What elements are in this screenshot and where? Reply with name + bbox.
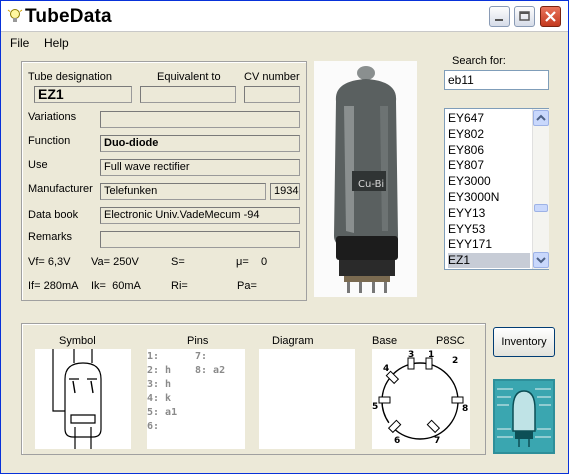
equivalent-to-field[interactable]: [140, 86, 236, 103]
minimize-button[interactable]: [489, 6, 510, 27]
symbol-label: Symbol: [59, 335, 96, 347]
base-pin-7: 7: [434, 436, 440, 446]
menu-help[interactable]: Help: [44, 36, 69, 50]
menu-file[interactable]: File: [10, 36, 29, 50]
cv-number-field[interactable]: [244, 86, 300, 103]
use-field[interactable]: Full wave rectifier: [100, 159, 300, 176]
tube-photo: Cu-Bi: [314, 61, 417, 297]
base-box: 1 3 4 5 6 7 8 2: [372, 349, 470, 449]
list-scrollbar[interactable]: [532, 109, 549, 269]
pa-value: Pa=: [237, 280, 257, 292]
if-value: If= 280mA: [28, 280, 79, 292]
list-item[interactable]: EYY171: [448, 237, 530, 252]
pin-6: 6:: [147, 421, 160, 432]
duo-diode-symbol: [52, 349, 102, 449]
function-field[interactable]: Duo-diode: [100, 135, 300, 152]
base-pin-5: 5: [372, 402, 378, 412]
mu-value: μ= 0: [236, 256, 268, 268]
data-book-field[interactable]: Electronic Univ.VadeMecum -94: [100, 207, 300, 224]
list-item[interactable]: EY3000N: [448, 190, 530, 205]
tube-designation-label: Tube designation: [28, 71, 112, 83]
remarks-field[interactable]: [100, 231, 300, 248]
search-input[interactable]: eb11: [444, 70, 549, 90]
base-label: Base: [372, 335, 398, 347]
pins-label: Pins: [187, 335, 209, 347]
va-value: Va= 250V: [91, 256, 139, 268]
base-pin-2: 2: [452, 356, 458, 366]
list-item[interactable]: EY807: [448, 158, 530, 173]
symbol-box: [35, 349, 131, 449]
tube-designation-field[interactable]: EZ1: [34, 86, 132, 103]
base-pin-1: 1: [428, 350, 434, 360]
tube-photo-text: Cu-Bi: [358, 179, 384, 190]
close-icon: [545, 11, 556, 22]
pin-4: 4: k: [147, 393, 172, 404]
pin-7: 7:: [195, 351, 208, 362]
ik-value: Ik= 60mA: [91, 280, 141, 292]
maximize-button[interactable]: [514, 6, 535, 27]
base-pin-3: 3: [408, 350, 414, 360]
chevron-up-icon: [536, 114, 546, 121]
window-title: TubeData: [25, 6, 112, 27]
scroll-thumb[interactable]: [534, 204, 548, 212]
list-item[interactable]: EY3000: [448, 174, 530, 189]
main-window: TubeData File Help Tube designation Equi…: [0, 0, 569, 474]
list-item[interactable]: EYY13: [448, 206, 530, 221]
scroll-down-button[interactable]: [533, 252, 549, 268]
close-button[interactable]: [540, 6, 561, 27]
cv-number-label: CV number: [244, 71, 300, 83]
menu-bar: File Help: [1, 32, 568, 52]
base-pin-4: 4: [383, 364, 389, 374]
ri-value: Ri=: [171, 280, 188, 292]
year-field[interactable]: 1934: [270, 183, 300, 200]
pin-8: 8: a2: [195, 365, 226, 376]
app-logo: [493, 379, 555, 454]
pins-box: 1: 2: h 3: h 4: k 5: a1 6: 7: 8: a2: [147, 349, 245, 449]
list-item[interactable]: EY806: [448, 143, 530, 158]
vf-value: Vf= 6,3V: [28, 256, 71, 268]
list-item-selected[interactable]: EZ1: [448, 253, 530, 268]
diagram-box: [259, 349, 355, 449]
variations-field[interactable]: [100, 111, 300, 128]
equivalent-to-label: Equivalent to: [157, 71, 221, 83]
chevron-down-icon: [536, 257, 546, 264]
list-item[interactable]: EY802: [448, 127, 530, 142]
inventory-button[interactable]: Inventory: [493, 327, 555, 357]
title-bar: TubeData: [1, 1, 568, 32]
function-label: Function: [28, 135, 71, 147]
pin-2: 2: h: [147, 365, 172, 376]
pin-3: 3: h: [147, 379, 172, 390]
base-pinout-diagram: 1 3 4 5 6 7 8 2: [372, 350, 468, 446]
scroll-up-button[interactable]: [533, 110, 549, 126]
tube-list[interactable]: EY647 EY802 EY806 EY807 EY3000 EY3000N E…: [444, 108, 549, 270]
minimize-icon: [495, 19, 503, 21]
pin-1: 1:: [147, 351, 160, 362]
base-pin-8: 8: [462, 404, 468, 414]
variations-label: Variations: [28, 111, 77, 123]
diagram-label: Diagram: [272, 335, 314, 347]
data-book-label: Data book: [28, 209, 79, 221]
base-type-label: P8SC: [436, 335, 465, 347]
list-item[interactable]: EY647: [448, 111, 530, 126]
search-label: Search for:: [452, 55, 506, 67]
manufacturer-label: Manufacturer: [28, 183, 93, 195]
manufacturer-field[interactable]: Telefunken: [100, 183, 266, 200]
bulb-icon: [7, 9, 23, 22]
maximize-icon: [519, 11, 530, 21]
pin-5: 5: a1: [147, 407, 178, 418]
list-item[interactable]: EYY53: [448, 222, 530, 237]
s-value: S=: [171, 256, 185, 268]
remarks-label: Remarks: [28, 231, 73, 243]
use-label: Use: [28, 159, 48, 171]
base-pin-6: 6: [394, 436, 400, 446]
